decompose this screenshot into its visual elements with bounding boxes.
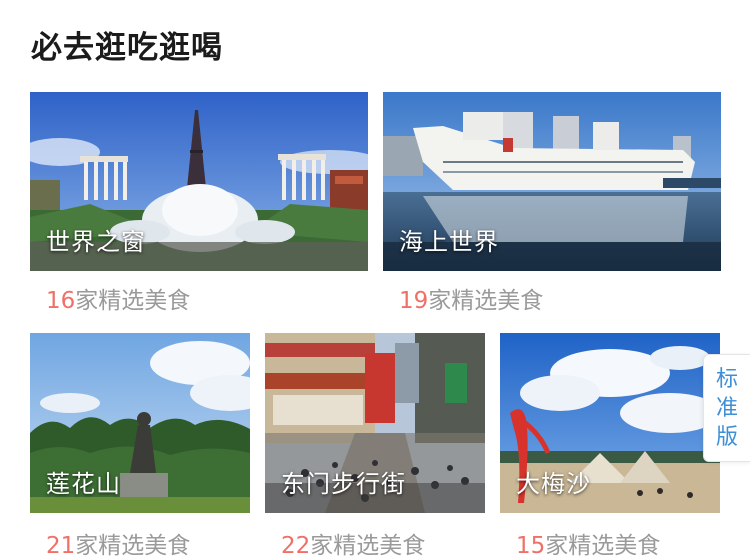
- food-count: 22家精选美食: [281, 526, 425, 557]
- card-window-of-the-world[interactable]: 世界之窗 16家精选美食: [30, 92, 368, 318]
- standard-version-tab[interactable]: 标 准 版: [703, 354, 750, 462]
- food-count-number: 22: [281, 533, 311, 557]
- food-count-number: 21: [46, 533, 76, 557]
- card-title: 大梅沙: [516, 470, 591, 498]
- food-count-number: 19: [399, 288, 429, 314]
- food-count-label: 家精选美食: [75, 533, 191, 557]
- card-dongmen-pedestrian-street[interactable]: 东门步行街 22家精选美食: [265, 333, 485, 557]
- card-title: 世界之窗: [46, 228, 146, 256]
- food-count: 16家精选美食: [46, 281, 190, 315]
- food-count-number: 16: [46, 288, 76, 314]
- card-sea-world[interactable]: 海上世界 19家精选美食: [383, 92, 721, 318]
- food-count-label: 家精选美食: [310, 533, 426, 557]
- food-count-label: 家精选美食: [428, 288, 544, 314]
- card-title: 莲花山: [46, 470, 121, 498]
- food-count: 21家精选美食: [46, 526, 190, 557]
- card-title: 东门步行街: [281, 470, 406, 498]
- version-tab-char: 准: [715, 395, 738, 421]
- section-title: 必去逛吃逛喝: [31, 30, 223, 66]
- version-tab-char: 标: [715, 366, 738, 392]
- food-count-label: 家精选美食: [75, 288, 191, 314]
- food-count: 19家精选美食: [399, 281, 543, 315]
- version-tab-char: 版: [715, 424, 738, 450]
- card-title: 海上世界: [399, 228, 499, 256]
- card-dameisha[interactable]: 大梅沙 15家精选美食: [500, 333, 720, 557]
- card-lianhua-mountain[interactable]: 莲花山 21家精选美食: [30, 333, 250, 557]
- food-count: 15家精选美食: [516, 526, 660, 557]
- food-count-number: 15: [516, 533, 546, 557]
- food-count-label: 家精选美食: [545, 533, 661, 557]
